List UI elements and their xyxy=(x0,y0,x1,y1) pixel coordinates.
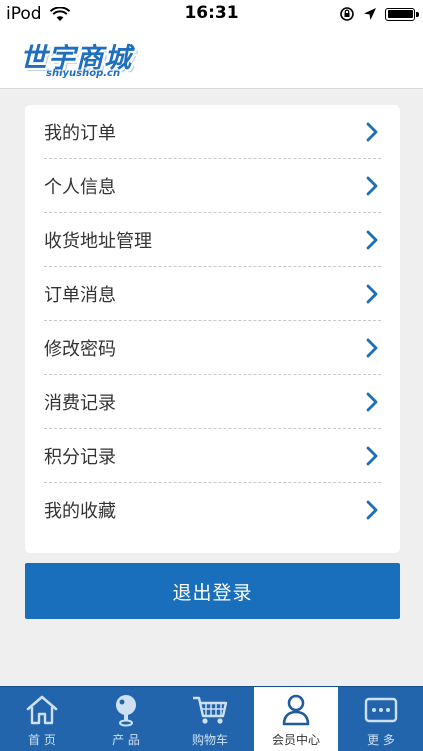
tab-label: 会员中心 xyxy=(271,733,320,747)
menu-item-label: 消费记录 xyxy=(44,392,116,414)
tab-label: 购物车 xyxy=(191,733,228,747)
menu-item-spending-records[interactable]: 消费记录 xyxy=(44,375,381,429)
tab-cart[interactable]: 购物车 xyxy=(168,687,252,751)
menu-item-order-messages[interactable]: 订单消息 xyxy=(44,267,381,321)
chevron-right-icon xyxy=(366,230,378,249)
chevron-right-icon xyxy=(366,500,378,520)
logo-subtext: shiyushop.cn xyxy=(46,68,121,79)
app-header: 世宇商城 shiyushop.cn xyxy=(0,28,423,89)
location-icon xyxy=(364,8,376,20)
menu-item-label: 修改密码 xyxy=(44,338,116,360)
battery-icon xyxy=(385,7,419,21)
menu-item-label: 个人信息 xyxy=(44,176,116,198)
tab-member-center[interactable]: 会员中心 xyxy=(254,687,338,751)
menu-item-address-management[interactable]: 收货地址管理 xyxy=(44,213,381,267)
tab-products[interactable]: 产 品 xyxy=(84,687,168,751)
cart-icon xyxy=(193,696,228,724)
menu-item-label: 我的订单 xyxy=(44,122,116,144)
menu-item-label: 我的收藏 xyxy=(44,501,116,522)
menu-item-my-orders[interactable]: 我的订单 xyxy=(44,105,381,159)
menu-item-label: 积分记录 xyxy=(44,446,116,468)
tab-label: 更 多 xyxy=(367,733,395,747)
tab-home[interactable]: 首 页 xyxy=(0,687,84,751)
tab-label: 产 品 xyxy=(112,733,140,747)
tab-bar: 首 页 产 品 购物车 会员中心 更 多 xyxy=(0,686,423,751)
logo[interactable]: 世宇商城 shiyushop.cn xyxy=(20,36,145,82)
chevron-right-icon xyxy=(366,176,378,195)
menu-item-personal-info[interactable]: 个人信息 xyxy=(44,159,381,213)
product-icon xyxy=(116,695,136,727)
user-icon xyxy=(282,694,310,726)
more-icon xyxy=(364,697,398,723)
menu-item-my-favorites[interactable]: 我的收藏 xyxy=(44,483,381,537)
home-icon xyxy=(26,695,58,725)
menu-item-label: 收货地址管理 xyxy=(44,230,152,252)
chevron-right-icon xyxy=(366,392,378,411)
menu-item-label: 订单消息 xyxy=(44,284,116,306)
rotation-lock-icon xyxy=(340,7,354,21)
tab-more[interactable]: 更 多 xyxy=(339,687,423,751)
menu-item-points-records[interactable]: 积分记录 xyxy=(44,429,381,483)
chevron-right-icon xyxy=(366,284,378,303)
chevron-right-icon xyxy=(366,338,378,357)
member-menu: 我的订单 个人信息 收货地址管理 订单消息 修改密码 消费记录 积分记录 我的收… xyxy=(25,105,400,553)
status-bar: iPod 16:31 xyxy=(0,0,423,28)
chevron-right-icon xyxy=(366,446,378,465)
logout-button[interactable]: 退出登录 xyxy=(25,563,400,619)
tab-label: 首 页 xyxy=(28,733,56,747)
menu-item-change-password[interactable]: 修改密码 xyxy=(44,321,381,375)
chevron-right-icon xyxy=(366,122,378,141)
